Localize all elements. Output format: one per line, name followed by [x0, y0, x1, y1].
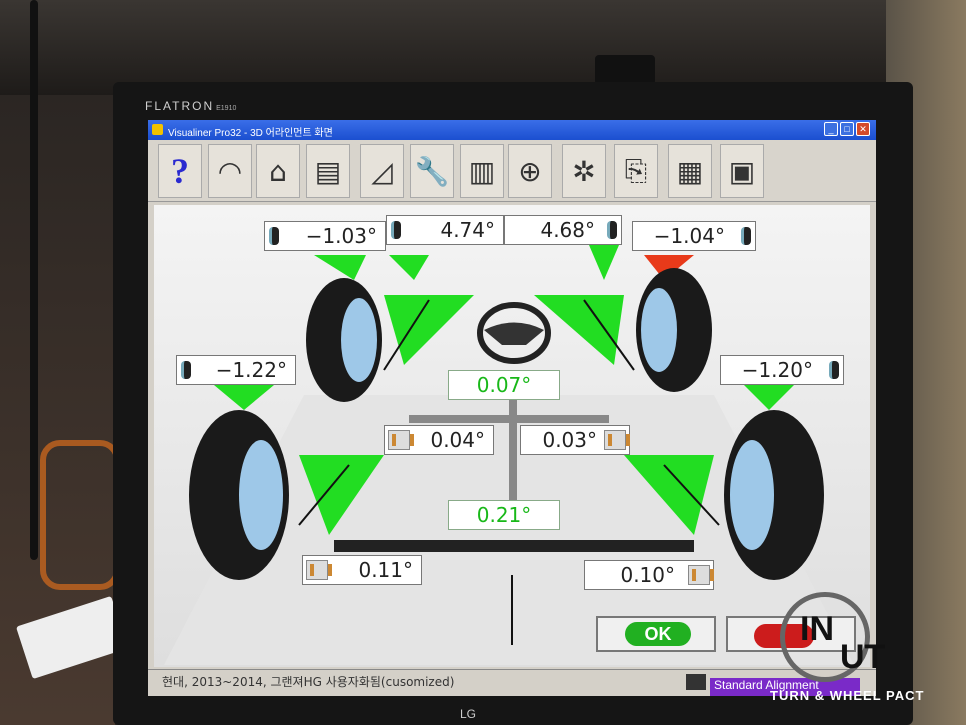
- chair: [40, 440, 120, 590]
- fl-toe-wedge: [384, 295, 474, 365]
- wrench-icon: 🔧: [414, 154, 450, 188]
- rr-camber-value: −1.20°: [741, 358, 813, 382]
- home-button[interactable]: ⌂: [256, 144, 300, 198]
- ok-label: OK: [625, 622, 691, 646]
- toe-icon: [688, 565, 714, 585]
- fr-caster-value: 4.68°: [540, 218, 595, 242]
- lg-logo: LG: [460, 707, 477, 721]
- watermark-tagline: TURN & WHEEL PACT: [770, 688, 925, 703]
- home-icon: ⌂: [269, 154, 287, 188]
- fr-caster-wedge: [589, 245, 619, 280]
- report-button[interactable]: ⎘: [614, 144, 658, 198]
- gauge-icon: ◠: [217, 154, 243, 188]
- fl-camber-value: −1.03°: [305, 224, 377, 248]
- help-icon: ?: [171, 151, 189, 191]
- sequence-button[interactable]: ▥: [460, 144, 504, 198]
- toe-icon: [604, 430, 630, 450]
- fl-caster-wedge: [389, 255, 429, 280]
- watermark-logo: IN UT TURN & WHEEL PACT: [760, 590, 960, 710]
- front-left-wheel: [306, 278, 382, 402]
- rr-toe-value: 0.10°: [620, 563, 675, 587]
- watermark-ut: UT: [840, 638, 886, 676]
- fr-toe-reading: 0.03°: [520, 425, 630, 455]
- thrust-angle-reading: 0.21°: [448, 500, 560, 530]
- rear-axle-bar: [334, 540, 694, 552]
- tire-icon: [607, 221, 617, 239]
- front-total-toe-reading: 0.07°: [448, 370, 560, 400]
- background-wall: [0, 0, 966, 95]
- minimize-button[interactable]: _: [824, 122, 838, 136]
- adjust-angle-icon: ◿: [371, 154, 393, 188]
- fr-toe-value: 0.03°: [542, 428, 597, 452]
- adjust-angle-button[interactable]: ◿: [360, 144, 404, 198]
- maximize-button[interactable]: □: [840, 122, 854, 136]
- rear-right-wheel: [724, 410, 824, 580]
- print-button[interactable]: ▤: [306, 144, 350, 198]
- fl-camber-reading: −1.03°: [264, 221, 386, 251]
- gauge-button[interactable]: ◠: [208, 144, 252, 198]
- rl-toe-reading: 0.11°: [302, 555, 422, 585]
- tire-icon: [741, 227, 751, 245]
- zoom-button[interactable]: ⊕: [508, 144, 552, 198]
- cable: [30, 0, 38, 560]
- table-button[interactable]: ▦: [668, 144, 712, 198]
- fl-toe-reading: 0.04°: [384, 425, 494, 455]
- brand-model: E1910: [216, 105, 237, 112]
- fl-caster-reading: 4.74°: [386, 215, 504, 245]
- close-button[interactable]: ✕: [856, 122, 870, 136]
- tire-icon: [829, 361, 839, 379]
- rl-toe-value: 0.11°: [358, 558, 413, 582]
- rr-camber-wedge: [744, 385, 794, 410]
- vehicle-info: 현대, 2013~2014, 그랜져HG 사용자화됨(cusomized): [162, 675, 455, 689]
- toe-icon: [306, 560, 332, 580]
- vehicle-spec-icon: ▣: [728, 154, 756, 188]
- monitor-brand: FLATRON E1910: [145, 99, 236, 113]
- table-icon: ▦: [676, 154, 704, 188]
- rr-toe-reading: 0.10°: [584, 560, 714, 590]
- rear-left-wheel: [189, 410, 289, 580]
- thrust-angle-value: 0.21°: [476, 503, 532, 527]
- printer-icon: ▤: [314, 154, 342, 188]
- front-total-toe-value: 0.07°: [476, 373, 532, 397]
- rl-camber-reading: −1.22°: [176, 355, 296, 385]
- rl-camber-value: −1.22°: [215, 358, 287, 382]
- adjust-button[interactable]: 🔧: [410, 144, 454, 198]
- toolbar: ? ◠ ⌂ ▤ ◿ 🔧 ▥ ⊕ ✲ ⎘ ▦ ▣: [148, 140, 876, 202]
- watermark-in: IN: [800, 610, 834, 648]
- vehicle-spec-button[interactable]: ▣: [720, 144, 764, 198]
- qr-icon: [686, 674, 706, 690]
- brand-name: FLATRON: [145, 99, 215, 113]
- steering-wheel-icon: [477, 302, 551, 364]
- fl-toe-value: 0.04°: [430, 428, 485, 452]
- tire-icon: [269, 227, 279, 245]
- front-right-wheel: [636, 268, 712, 392]
- window-title: Visualiner Pro32 - 3D 어라인먼트 화면: [168, 128, 333, 139]
- fl-caster-value: 4.74°: [440, 218, 495, 242]
- app-icon: [152, 124, 163, 135]
- toe-icon: [388, 430, 414, 450]
- chain-button[interactable]: ✲: [562, 144, 606, 198]
- tire-icon: [181, 361, 191, 379]
- fr-caster-reading: 4.68°: [504, 215, 622, 245]
- fr-camber-value: −1.04°: [653, 224, 725, 248]
- help-button[interactable]: ?: [158, 144, 202, 198]
- fr-camber-reading: −1.04°: [632, 221, 756, 251]
- fl-camber-wedge: [314, 255, 366, 280]
- report-icon: ⎘: [624, 154, 648, 187]
- rr-camber-reading: −1.20°: [720, 355, 844, 385]
- tire-icon: [391, 221, 401, 239]
- rl-camber-wedge: [214, 385, 274, 410]
- chain-icon: ✲: [572, 154, 596, 188]
- sensor-camera: [595, 55, 655, 85]
- ok-button[interactable]: OK: [596, 616, 716, 652]
- film-strip-icon: ▥: [468, 154, 496, 188]
- title-bar: Visualiner Pro32 - 3D 어라인먼트 화면 _ □ ✕: [148, 120, 876, 140]
- zoom-icon: ⊕: [518, 154, 542, 188]
